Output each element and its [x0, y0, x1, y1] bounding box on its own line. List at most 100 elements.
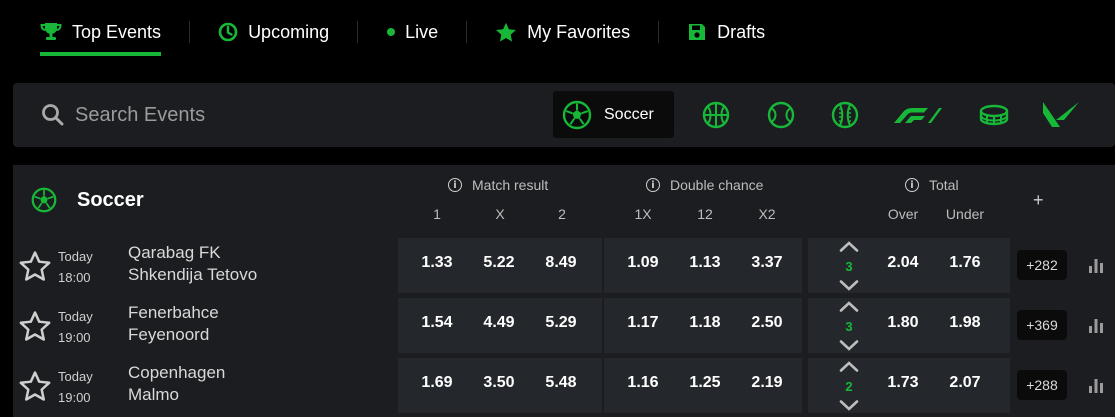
table-header: Soccer i Match result 1 X 2 i Double cha… [13, 165, 1115, 237]
odd-button[interactable]: 3.37 [737, 254, 797, 272]
favorite-star-icon[interactable] [18, 250, 52, 287]
search-input[interactable] [75, 103, 375, 127]
odd-button[interactable]: 5.22 [469, 254, 529, 272]
odd-button[interactable]: 2.04 [873, 254, 933, 272]
favorite-star-icon[interactable] [18, 310, 52, 347]
favorite-star-icon[interactable] [18, 370, 52, 407]
event-teams[interactable]: Qarabag FK Shkendija Tetovo [128, 242, 257, 286]
chevron-down-icon[interactable] [839, 340, 859, 351]
odd-button[interactable]: 1.98 [935, 314, 995, 332]
nav-divider [466, 21, 468, 43]
nav-upcoming-label: Upcoming [248, 21, 330, 42]
sport-tab-baseball[interactable] [830, 91, 860, 138]
tennis-ball-icon [767, 101, 795, 128]
chevron-down-icon[interactable] [839, 400, 859, 411]
sport-tab-basketball[interactable] [701, 91, 731, 138]
col-label: 12 [697, 206, 713, 222]
odd-button[interactable]: 2.50 [737, 314, 797, 332]
clock-icon [218, 22, 238, 42]
soccer-ball-icon [562, 100, 592, 129]
col-label: 1 [433, 206, 441, 222]
nav-top-events-label: Top Events [72, 21, 162, 42]
more-markets-button[interactable]: +288 [1017, 370, 1067, 400]
away-team: Feyenoord [128, 325, 210, 344]
search-bar: Soccer [13, 83, 1115, 147]
nav-drafts[interactable]: Drafts [687, 0, 765, 64]
nav-drafts-label: Drafts [717, 21, 766, 42]
nav-live[interactable]: Live [386, 0, 438, 64]
total-line-selector: 3 [838, 241, 860, 291]
nav-top-events[interactable]: Top Events [40, 0, 162, 64]
info-icon[interactable]: i [905, 178, 919, 192]
total-line-selector: 3 [838, 301, 860, 351]
odd-button[interactable]: 1.76 [935, 254, 995, 272]
sport-tab-tennis[interactable] [766, 91, 796, 138]
chevron-up-icon[interactable] [839, 301, 859, 312]
odd-button[interactable]: 1.33 [407, 254, 467, 272]
search-field[interactable] [41, 83, 375, 147]
event-datetime: Today 18:00 [58, 246, 93, 288]
col-label: 1X [634, 206, 652, 222]
sport-tab-formula-1[interactable] [893, 91, 943, 138]
odd-button[interactable]: 1.73 [873, 374, 933, 392]
odd-button[interactable]: 1.54 [407, 314, 467, 332]
boxing-ring-icon [979, 104, 1009, 125]
odd-button[interactable]: 5.48 [531, 374, 591, 392]
odd-button[interactable]: 1.18 [675, 314, 735, 332]
basketball-icon [702, 101, 730, 128]
info-icon[interactable]: i [448, 178, 462, 192]
chevron-up-icon[interactable] [839, 241, 859, 252]
nav-upcoming[interactable]: Upcoming [218, 0, 329, 64]
sport-tab-boxing[interactable] [978, 91, 1010, 138]
soccer-ball-icon [31, 187, 57, 213]
event-time: 18:00 [58, 270, 91, 285]
add-market-button[interactable]: + [1033, 190, 1044, 211]
event-teams[interactable]: Copenhagen Malmo [128, 362, 225, 406]
odd-button[interactable]: 1.25 [675, 374, 735, 392]
odd-button[interactable]: 5.29 [531, 314, 591, 332]
chevron-up-icon[interactable] [839, 361, 859, 372]
col-label: 2 [558, 206, 566, 222]
col-label: X [495, 206, 505, 222]
event-datetime: Today 19:00 [58, 306, 93, 348]
chevron-down-icon[interactable] [839, 280, 859, 291]
odd-button[interactable]: 2.07 [935, 374, 995, 392]
sport-tab-soccer[interactable]: Soccer [553, 91, 674, 138]
statistics-icon[interactable] [1088, 257, 1104, 278]
event-teams[interactable]: Fenerbahce Feyenoord [128, 302, 219, 346]
sport-tab-soccer-label: Soccer [604, 105, 654, 123]
nav-my-favorites[interactable]: My Favorites [495, 0, 630, 64]
nav-my-favorites-label: My Favorites [527, 21, 631, 42]
odd-button[interactable]: 1.80 [873, 314, 933, 332]
odd-button[interactable]: 1.69 [407, 374, 467, 392]
odd-button[interactable]: 1.09 [613, 254, 673, 272]
home-team: Fenerbahce [128, 303, 219, 322]
event-time: 19:00 [58, 330, 91, 345]
statistics-icon[interactable] [1088, 377, 1104, 398]
info-icon[interactable]: i [646, 178, 660, 192]
valorant-icon [1043, 101, 1079, 127]
save-icon [689, 24, 706, 40]
event-row: Today 19:00 Fenerbahce Feyenoord 1.54 4.49 5.2… [13, 297, 1115, 355]
event-day: Today [58, 309, 93, 324]
odd-button[interactable]: 8.49 [531, 254, 591, 272]
odd-button[interactable]: 3.50 [469, 374, 529, 392]
statistics-icon[interactable] [1088, 317, 1104, 338]
odd-button[interactable]: 1.13 [675, 254, 735, 272]
odd-button[interactable]: 1.16 [613, 374, 673, 392]
sport-heading: Soccer [31, 187, 144, 213]
odd-button[interactable]: 2.19 [737, 374, 797, 392]
nav-divider [189, 21, 191, 43]
odd-button[interactable]: 4.49 [469, 314, 529, 332]
trophy-icon [40, 23, 62, 40]
event-day: Today [58, 249, 93, 264]
odd-button[interactable]: 1.17 [613, 314, 673, 332]
double-chance-title: Double chance [670, 177, 764, 193]
total-line-value: 2 [845, 378, 853, 394]
col-label: Over [887, 206, 919, 222]
more-markets-button[interactable]: +369 [1017, 310, 1067, 340]
more-markets-button[interactable]: +282 [1017, 250, 1067, 280]
home-team: Qarabag FK [128, 243, 221, 262]
away-team: Malmo [128, 385, 180, 404]
sport-tab-valorant[interactable] [1043, 91, 1079, 138]
